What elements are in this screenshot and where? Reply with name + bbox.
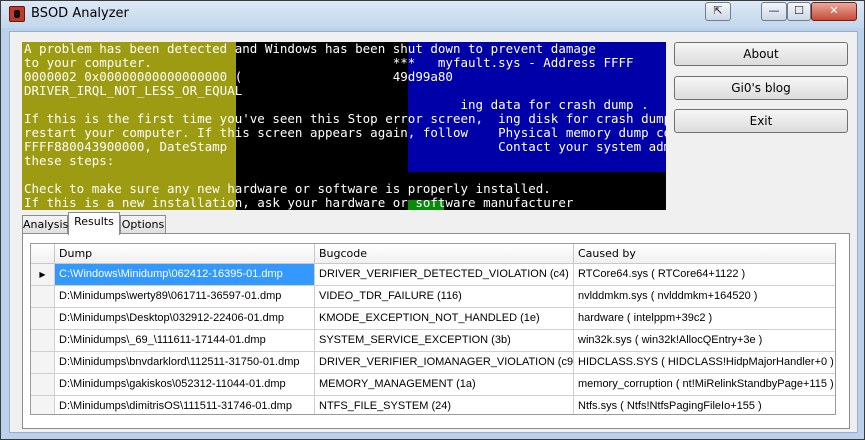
- results-grid[interactable]: Dump Bugcode Caused by ▶ C:\Windows\Minid…: [30, 243, 836, 415]
- blog-button[interactable]: Gi0's blog: [674, 76, 848, 100]
- caused-by-cell[interactable]: HIDCLASS.SYS ( HIDCLASS!HidpMajorHandler…: [574, 352, 835, 374]
- bugcode-cell[interactable]: MEMORY_MANAGEMENT (1a): [315, 374, 574, 396]
- bugcode-cell[interactable]: SYSTEM_SERVICE_EXCEPTION (3b): [315, 330, 574, 352]
- close-button[interactable]: ✕: [811, 2, 857, 21]
- tab-options[interactable]: Options: [120, 215, 166, 234]
- dump-cell[interactable]: D:\Minidumps\werty89\061711-36597-01.dmp: [55, 286, 315, 308]
- caused-by-cell[interactable]: Ntfs.sys ( Ntfs!NtfsPagingFileIo+155 ): [574, 396, 835, 414]
- tab-analysis[interactable]: Analysis: [22, 215, 68, 234]
- current-row-arrow-icon[interactable]: ▶: [31, 264, 55, 286]
- table-row[interactable]: D:\Minidumps\Desktop\032912-22406-01.dmp…: [31, 308, 835, 330]
- row-header[interactable]: [31, 330, 55, 352]
- bugcode-cell[interactable]: NTFS_FILE_SYSTEM (24): [315, 396, 574, 414]
- caused-by-cell[interactable]: nvlddmkm.sys ( nvlddmkm+164520 ): [574, 286, 835, 308]
- row-header[interactable]: [31, 396, 55, 414]
- app-window: BSOD Analyzer ⇱ — ☐ ✕ A problem has been…: [0, 0, 865, 440]
- caused-by-cell[interactable]: RTCore64.sys ( RTCore64+1122 ): [574, 264, 835, 286]
- table-row[interactable]: D:\Minidumps\werty89\061711-36597-01.dmp…: [31, 286, 835, 308]
- column-header-caused-by[interactable]: Caused by: [574, 244, 835, 264]
- table-row[interactable]: ▶ C:\Windows\Minidump\062412-16395-01.dmp…: [31, 264, 835, 286]
- bsod-banner-image: A problem has been detected and Windows …: [22, 42, 666, 210]
- column-header-dump[interactable]: Dump: [55, 244, 315, 264]
- table-row[interactable]: D:\Minidumps\bnvdarklord\112511-31750-01…: [31, 352, 835, 374]
- dump-cell[interactable]: D:\Minidumps\gakiskos\052312-11044-01.dm…: [55, 374, 315, 396]
- window-title: BSOD Analyzer: [31, 6, 129, 21]
- bugcode-cell[interactable]: DRIVER_VERIFIER_DETECTED_VIOLATION (c4): [315, 264, 574, 286]
- restore-app-icon[interactable]: ⇱: [705, 2, 731, 21]
- caused-by-cell[interactable]: win32k.sys ( win32k!AllocQEntry+3e ): [574, 330, 835, 352]
- bsod-app-icon: [9, 6, 25, 22]
- caused-by-cell[interactable]: hardware ( intelppm+39c2 ): [574, 308, 835, 330]
- client-area: A problem has been detected and Windows …: [9, 31, 858, 433]
- table-row[interactable]: D:\Minidumps\dimitrisOS\111511-31746-01.…: [31, 396, 835, 414]
- dump-cell[interactable]: D:\Minidumps\_69_\111611-17144-01.dmp: [55, 330, 315, 352]
- row-header[interactable]: [31, 374, 55, 396]
- row-header-corner: [31, 244, 55, 264]
- minimize-button[interactable]: —: [761, 2, 787, 21]
- bsod-text-block: A problem has been detected and Windows …: [24, 42, 666, 210]
- dump-cell[interactable]: D:\Minidumps\dimitrisOS\111511-31746-01.…: [55, 396, 315, 414]
- row-header[interactable]: [31, 352, 55, 374]
- tab-results[interactable]: Results: [68, 212, 120, 235]
- table-row[interactable]: D:\Minidumps\gakiskos\052312-11044-01.dm…: [31, 374, 835, 396]
- bugcode-cell[interactable]: VIDEO_TDR_FAILURE (116): [315, 286, 574, 308]
- row-header[interactable]: [31, 286, 55, 308]
- column-header-bugcode[interactable]: Bugcode: [315, 244, 574, 264]
- caused-by-cell[interactable]: memory_corruption ( nt!MiRelinkStandbyPa…: [574, 374, 835, 396]
- dump-cell[interactable]: C:\Windows\Minidump\062412-16395-01.dmp: [55, 264, 315, 286]
- bugcode-cell[interactable]: KMODE_EXCEPTION_NOT_HANDLED (1e): [315, 308, 574, 330]
- about-button[interactable]: About: [674, 42, 848, 66]
- table-row[interactable]: D:\Minidumps\_69_\111611-17144-01.dmp SYS…: [31, 330, 835, 352]
- maximize-button[interactable]: ☐: [787, 2, 811, 21]
- dump-cell[interactable]: D:\Minidumps\bnvdarklord\112511-31750-01…: [55, 352, 315, 374]
- dump-cell[interactable]: D:\Minidumps\Desktop\032912-22406-01.dmp: [55, 308, 315, 330]
- title-bar[interactable]: BSOD Analyzer ⇱ — ☐ ✕: [1, 1, 864, 28]
- exit-button[interactable]: Exit: [674, 109, 848, 133]
- row-header[interactable]: [31, 308, 55, 330]
- results-panel: Dump Bugcode Caused by ▶ C:\Windows\Minid…: [22, 233, 850, 429]
- bugcode-cell[interactable]: DRIVER_VERIFIER_IOMANAGER_VIOLATION (c9): [315, 352, 574, 374]
